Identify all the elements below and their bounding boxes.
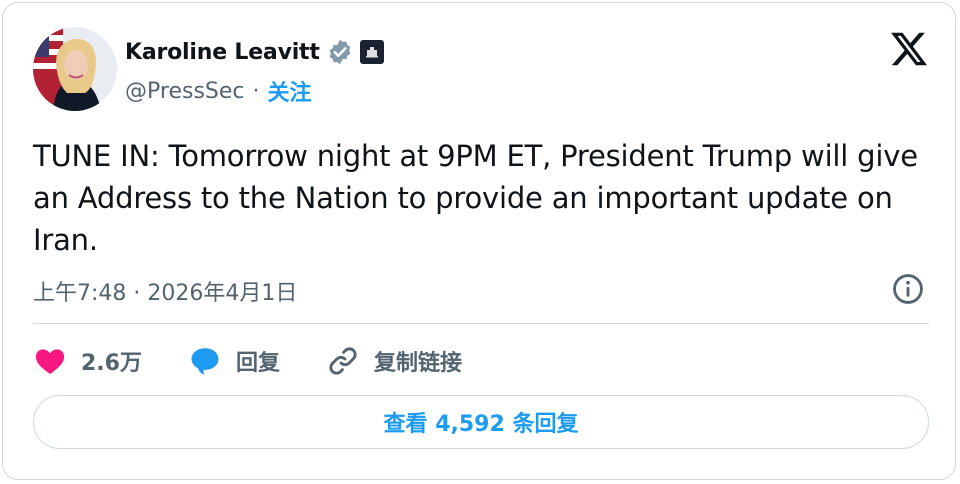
separator-dot: · (252, 78, 260, 104)
author-name-row: Karoline Leavitt (125, 35, 384, 69)
author-handle[interactable]: @PressSec (125, 79, 245, 104)
reply-button[interactable]: 回复 (188, 344, 280, 378)
like-button[interactable]: 2.6万 (33, 344, 142, 378)
author-handle-row: @PressSec · 关注 (125, 75, 312, 107)
divider (33, 323, 929, 324)
tweet-card: Karoline Leavitt @PressSec · 关注 TUNE IN:… (2, 2, 956, 480)
reply-label: 回复 (235, 351, 280, 376)
author-name[interactable]: Karoline Leavitt (125, 40, 320, 65)
action-bar: 2.6万 回复 复制链接 (33, 339, 508, 383)
link-icon (329, 347, 357, 375)
copy-link-label: 复制链接 (374, 351, 463, 376)
like-count: 2.6万 (81, 351, 142, 376)
avatar[interactable] (33, 27, 117, 111)
view-replies-button[interactable]: 查看 4,592 条回复 (33, 395, 929, 449)
speech-bubble-icon (191, 348, 219, 375)
tweet-timestamp[interactable]: 上午7:48 · 2026年4月1日 (33, 275, 297, 307)
x-logo-icon[interactable] (887, 29, 931, 69)
verified-badge-icon[interactable] (326, 38, 354, 66)
avatar-image (33, 27, 117, 111)
info-icon[interactable] (891, 272, 925, 306)
follow-button[interactable]: 关注 (268, 75, 312, 107)
copy-link-button[interactable]: 复制链接 (326, 344, 462, 378)
tweet-text: TUNE IN: Tomorrow night at 9PM ET, Presi… (33, 139, 918, 257)
white-house-badge-icon[interactable] (359, 40, 384, 64)
heart-icon (35, 349, 65, 375)
